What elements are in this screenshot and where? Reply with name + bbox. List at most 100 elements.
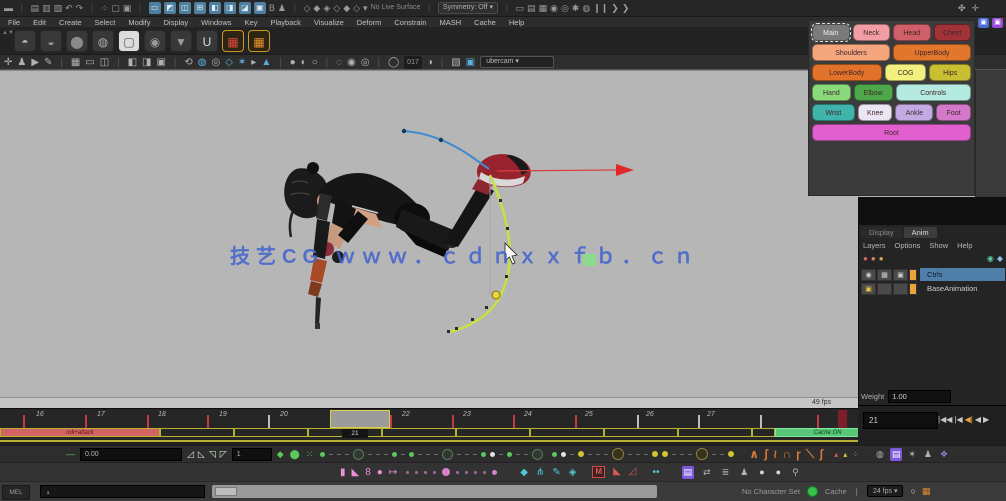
layer-lock-icon[interactable] (893, 283, 908, 295)
curve-preset-icon[interactable]: ʃ (764, 447, 768, 461)
playback-option-icon[interactable]: ▦ (922, 485, 931, 497)
layer-lock-icon[interactable]: ▣ (893, 269, 908, 281)
blend-slider-dot[interactable] (474, 471, 477, 474)
status-line-icon[interactable]: ▥ (42, 2, 51, 14)
viewport-toolbar-icon[interactable]: ○ (312, 56, 318, 69)
viewport-toolbar-icon[interactable]: ◑ (427, 56, 433, 69)
blend-slider-dot[interactable] (492, 470, 497, 475)
layer-editor-menu[interactable]: Layers (863, 241, 886, 250)
keyframe-tick[interactable] (147, 415, 149, 428)
status-line-icon[interactable]: ◪ (239, 2, 251, 14)
viewport-toolbar-icon[interactable]: ❘ (438, 56, 446, 69)
key-pattern-dot[interactable] (401, 454, 405, 455)
fps-dropdown[interactable]: 24 fps ▾ (867, 485, 904, 497)
viewport-toolbar-icon[interactable]: ▦ (71, 56, 80, 69)
status-line-icon[interactable]: ❘ (425, 2, 433, 14)
curve-preset-icon[interactable]: ⟍ (806, 447, 814, 461)
key-pattern-dot[interactable] (688, 454, 692, 455)
status-line-icon[interactable]: ◈ (323, 2, 330, 14)
key-pattern-dot[interactable] (409, 452, 414, 457)
key-pattern-dot[interactable] (392, 452, 397, 457)
layer-name[interactable]: Ctrls (920, 268, 1005, 281)
menu-item[interactable]: Playback (270, 18, 300, 27)
status-line-icon[interactable]: B (269, 2, 275, 14)
status-line-icon[interactable]: ◆ (343, 2, 350, 14)
pose-tool-icon[interactable]: 8 (365, 467, 371, 478)
anim-layer-row[interactable]: ▣ BaseAnimation (861, 282, 1005, 295)
key-pattern-dot[interactable] (481, 452, 486, 457)
status-line-icon[interactable]: ▦ (539, 2, 548, 14)
viewport-toolbar-icon[interactable]: ❘ (375, 56, 383, 69)
keyframe-tick[interactable] (513, 415, 515, 428)
shelf-tool-icon[interactable]: ◓ (14, 30, 36, 52)
menu-item[interactable]: Visualize (314, 18, 344, 27)
menu-item[interactable]: Windows (201, 18, 231, 27)
status-line-icon[interactable]: ◨ (224, 2, 236, 14)
anim-panel-icon[interactable]: ♟ (922, 448, 934, 461)
key-pattern-dot[interactable] (329, 454, 333, 455)
curve-preset-icon[interactable]: ≀ (773, 447, 778, 461)
picker-button[interactable]: Foot (936, 104, 971, 121)
status-line-icon[interactable]: ▢ (111, 2, 120, 14)
picker-button[interactable]: UpperBody (893, 44, 971, 61)
keyframe-tick[interactable] (760, 415, 762, 428)
mirror-tool-icon[interactable]: ◣ (613, 466, 621, 478)
viewport-toolbar-icon[interactable]: ◎ (211, 56, 220, 69)
anim-panel-icon[interactable]: ◍ (874, 448, 886, 461)
menu-item[interactable]: Deform (357, 18, 382, 27)
status-line-icon[interactable]: ⁘ (101, 2, 109, 14)
picker-button[interactable]: LowerBody (812, 64, 882, 81)
anim-panel-icon[interactable]: ❖ (938, 448, 950, 461)
display-option-icon[interactable]: ♟ (738, 466, 750, 479)
picker-button[interactable]: Hand (812, 84, 851, 101)
layer-editor-menu[interactable]: Help (957, 241, 972, 250)
status-line-icon[interactable]: ↷ (76, 2, 84, 14)
transform-tool-icon[interactable]: ◆ (520, 467, 528, 478)
transform-tool-icon[interactable]: ✎ (552, 467, 560, 478)
key-pattern-dot[interactable] (320, 452, 325, 457)
motion-trail-blue[interactable] (402, 129, 489, 169)
picker-button[interactable]: Ankle (895, 104, 933, 121)
viewport-toolbar-icon[interactable]: ✛ (4, 56, 12, 69)
viewport-toolbar-icon[interactable]: ▧ (451, 56, 460, 69)
playback-button[interactable]: |◀◀ (938, 412, 952, 427)
blend-slider-dot[interactable] (433, 471, 436, 474)
viewport-toolbar-icon[interactable]: ✶ (238, 56, 246, 69)
viewport-toolbar-icon[interactable]: ◧ (128, 56, 137, 69)
blend-slider-dot[interactable] (483, 471, 486, 474)
status-line-icon[interactable]: ♟ (278, 2, 286, 14)
key-pattern-dot[interactable] (465, 454, 469, 455)
viewport-toolbar-icon[interactable]: ❘ (276, 56, 284, 69)
layer-tool-icon[interactable]: ● (879, 254, 884, 264)
key-pattern-dot[interactable] (524, 454, 528, 455)
viewport-toolbar-icon[interactable]: ▣ (466, 56, 475, 69)
status-line-icon[interactable]: ▤ (31, 2, 40, 14)
anim-tool-icon[interactable]: ⬤ (290, 449, 300, 460)
layer-editor-tab[interactable]: Anim (904, 227, 937, 238)
key-pattern-dot[interactable] (628, 454, 632, 455)
key-pattern-dot[interactable] (507, 452, 512, 457)
key-pattern-dot[interactable] (490, 452, 495, 457)
viewport-toolbar-icon[interactable]: 017 (404, 56, 422, 69)
layer-mode-icon[interactable] (877, 283, 892, 295)
key-pattern-dot[interactable] (552, 452, 557, 457)
key-pattern-dot[interactable] (353, 449, 364, 460)
playback-button[interactable]: |◀ (954, 412, 962, 427)
display-option-icon[interactable]: ≣ (720, 466, 732, 479)
viewport-toolbar-icon[interactable]: ◉ (347, 56, 356, 69)
key-pattern-dot[interactable] (596, 454, 600, 455)
menu-item[interactable]: File (8, 18, 20, 27)
viewport-toolbar-icon[interactable]: ◨ (142, 56, 151, 69)
foot-icon[interactable]: ◿ (187, 449, 194, 460)
status-line-icon[interactable]: ❘ (88, 2, 96, 14)
layer-editor-tab[interactable]: Display (861, 227, 902, 238)
key-pattern-dot[interactable] (418, 454, 422, 455)
layer-tool-icon[interactable]: ◆ (997, 254, 1003, 264)
mirror-tool-icon[interactable]: M (592, 466, 605, 478)
status-line-icon[interactable]: ◉ (550, 2, 558, 14)
keyframe-tick[interactable] (575, 415, 577, 428)
picker-button[interactable]: Wrist (812, 104, 855, 121)
status-line-icon[interactable]: ✱ (572, 2, 580, 14)
viewport-toolbar-icon[interactable]: ◐ (301, 56, 307, 69)
playback-button[interactable]: ▶ (983, 412, 989, 427)
